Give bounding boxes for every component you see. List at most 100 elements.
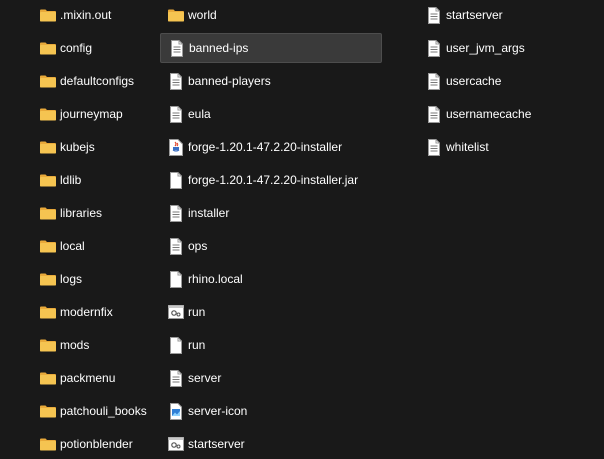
- file-item-label: journeymap: [60, 107, 123, 121]
- text-file-icon: [166, 71, 186, 91]
- file-item-label: defaultconfigs: [60, 74, 135, 88]
- image-file-icon: [166, 401, 186, 421]
- folder-icon: [38, 5, 58, 25]
- file-item-banned-players[interactable]: banned-players: [160, 66, 382, 96]
- folder-icon: [38, 38, 58, 58]
- file-item-modernfix[interactable]: modernfix: [32, 297, 156, 327]
- file-item-label: ops: [188, 239, 208, 253]
- file-item-label: startserver: [446, 8, 503, 22]
- folder-icon: [38, 335, 58, 355]
- folder-icon: [38, 104, 58, 124]
- text-file-icon: [166, 236, 186, 256]
- text-file-icon: [424, 38, 444, 58]
- file-item-server-icon[interactable]: server-icon: [160, 396, 382, 426]
- file-item-label: banned-players: [188, 74, 271, 88]
- file-item-run[interactable]: run: [160, 330, 382, 360]
- file-item-label: server-icon: [188, 404, 248, 418]
- folder-icon: [38, 236, 58, 256]
- file-item-label: banned-ips: [189, 41, 249, 55]
- file-item-label: usercache: [446, 74, 502, 88]
- folder-icon: [38, 203, 58, 223]
- file-item-startserver[interactable]: startserver: [160, 429, 382, 459]
- file-item-config[interactable]: config: [32, 33, 156, 63]
- text-file-icon: [166, 368, 186, 388]
- batch-file-icon: [166, 434, 186, 454]
- file-item-label: run: [188, 305, 206, 319]
- blank-file-icon: [166, 269, 186, 289]
- file-item-label: local: [60, 239, 85, 253]
- file-item-label: server: [188, 371, 222, 385]
- file-item-label: config: [60, 41, 93, 55]
- file-item-banned-ips[interactable]: banned-ips: [160, 33, 382, 63]
- file-item-mods[interactable]: mods: [32, 330, 156, 360]
- file-item-whitelist[interactable]: whitelist: [418, 132, 568, 162]
- file-item-label: installer: [188, 206, 230, 220]
- file-item-label: libraries: [60, 206, 103, 220]
- file-item-forge-1-20-1-47-2-20-installer[interactable]: forge-1.20.1-47.2.20-installer: [160, 132, 382, 162]
- file-item-label: run: [188, 338, 206, 352]
- file-item-patchouli-books[interactable]: patchouli_books: [32, 396, 156, 426]
- file-item-label: startserver: [188, 437, 245, 451]
- folder-icon: [38, 137, 58, 157]
- file-item-rhino-local[interactable]: rhino.local: [160, 264, 382, 294]
- blank-file-icon: [166, 170, 186, 190]
- folder-icon: [38, 71, 58, 91]
- java-file-icon: [166, 137, 186, 157]
- file-item-label: potionblender: [60, 437, 133, 451]
- file-item-label: usernamecache: [446, 107, 532, 121]
- text-file-icon: [166, 203, 186, 223]
- file-item-label: whitelist: [446, 140, 489, 154]
- file-item-label: .mixin.out: [60, 8, 112, 22]
- folder-icon: [38, 368, 58, 388]
- file-item-eula[interactable]: eula: [160, 99, 382, 129]
- file-item-forge-1-20-1-47-2-20-installer-jar[interactable]: forge-1.20.1-47.2.20-installer.jar: [160, 165, 382, 195]
- file-item-run[interactable]: run: [160, 297, 382, 327]
- file-item-kubejs[interactable]: kubejs: [32, 132, 156, 162]
- file-item-label: eula: [188, 107, 211, 121]
- file-item-startserver[interactable]: startserver: [418, 0, 568, 30]
- folder-icon: [166, 5, 186, 25]
- text-file-icon: [167, 38, 187, 58]
- file-item-world[interactable]: world: [160, 0, 382, 30]
- file-item-label: forge-1.20.1-47.2.20-installer.jar: [188, 173, 359, 187]
- text-file-icon: [424, 104, 444, 124]
- file-item-journeymap[interactable]: journeymap: [32, 99, 156, 129]
- text-file-icon: [424, 137, 444, 157]
- folder-icon: [38, 302, 58, 322]
- file-item-label: kubejs: [60, 140, 95, 154]
- file-item-label: modernfix: [60, 305, 113, 319]
- file-item-label: logs: [60, 272, 83, 286]
- file-item-usercache[interactable]: usercache: [418, 66, 568, 96]
- text-file-icon: [424, 5, 444, 25]
- file-item-label: world: [188, 8, 217, 22]
- file-explorer-list-view: .mixin.out config defaultconfigs journeymap…: [0, 0, 604, 459]
- folder-icon: [38, 269, 58, 289]
- file-item-packmenu[interactable]: packmenu: [32, 363, 156, 393]
- file-item-user-jvm-args[interactable]: user_jvm_args: [418, 33, 568, 63]
- text-file-icon: [166, 104, 186, 124]
- text-file-icon: [424, 71, 444, 91]
- folder-icon: [38, 434, 58, 454]
- file-item-label: patchouli_books: [60, 404, 147, 418]
- file-item-libraries[interactable]: libraries: [32, 198, 156, 228]
- file-item-label: user_jvm_args: [446, 41, 525, 55]
- folder-icon: [38, 170, 58, 190]
- file-item-logs[interactable]: logs: [32, 264, 156, 294]
- folder-icon: [38, 401, 58, 421]
- file-item-potionblender[interactable]: potionblender: [32, 429, 156, 459]
- file-item-label: rhino.local: [188, 272, 243, 286]
- file-item-installer[interactable]: installer: [160, 198, 382, 228]
- file-item-ldlib[interactable]: ldlib: [32, 165, 156, 195]
- file-item-usernamecache[interactable]: usernamecache: [418, 99, 568, 129]
- file-item-label: ldlib: [60, 173, 82, 187]
- file-item-mixin-out[interactable]: .mixin.out: [32, 0, 156, 30]
- file-item-label: packmenu: [60, 371, 116, 385]
- blank-file-icon: [166, 335, 186, 355]
- file-item-server[interactable]: server: [160, 363, 382, 393]
- file-item-defaultconfigs[interactable]: defaultconfigs: [32, 66, 156, 96]
- batch-file-icon: [166, 302, 186, 322]
- file-item-label: mods: [60, 338, 90, 352]
- file-item-local[interactable]: local: [32, 231, 156, 261]
- file-item-ops[interactable]: ops: [160, 231, 382, 261]
- file-item-label: forge-1.20.1-47.2.20-installer: [188, 140, 343, 154]
